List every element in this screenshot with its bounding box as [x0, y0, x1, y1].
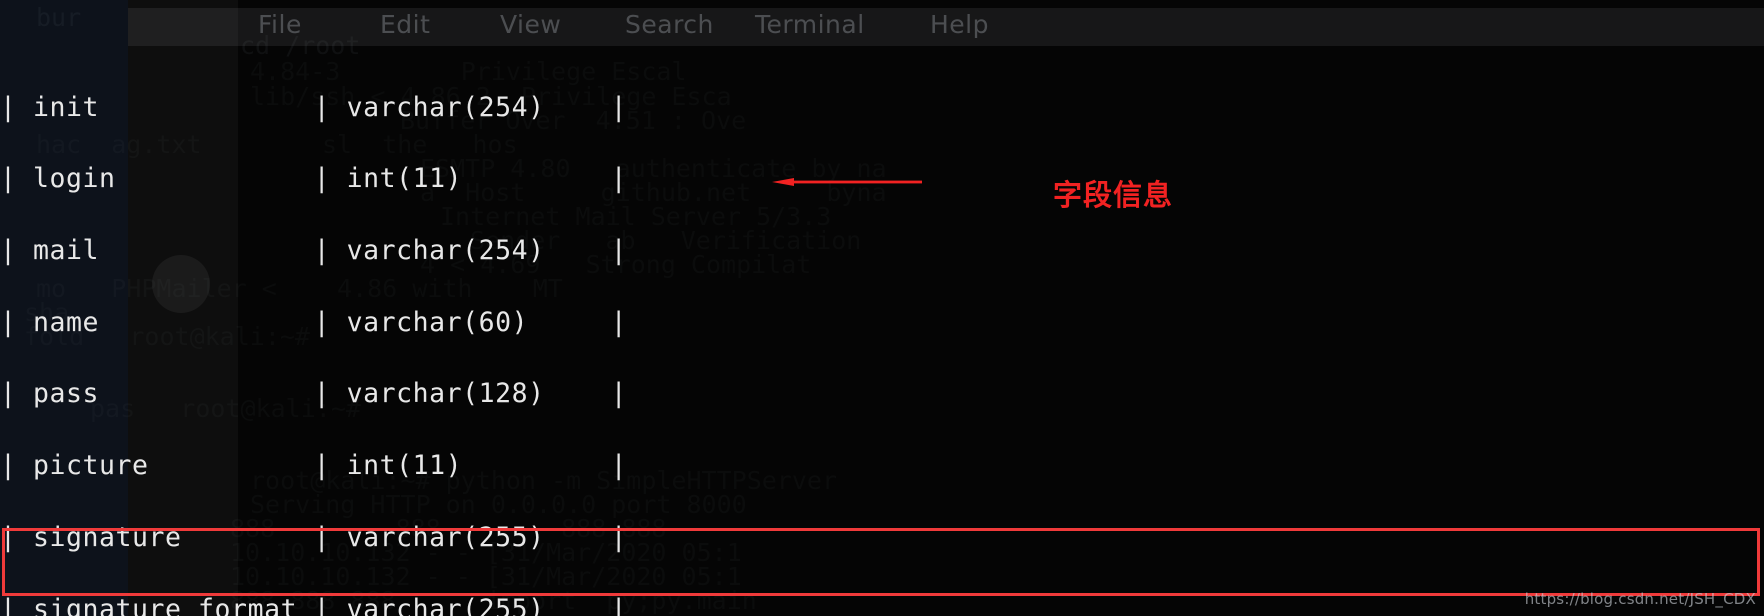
terminal-output[interactable]: | init | varchar(254) | | login | int(11… [0, 0, 1764, 616]
table-row: | signature | varchar(255) | [0, 524, 1764, 551]
table-row-text-6: | signature | varchar(255) | [0, 521, 628, 553]
table-row-text-3: | name | varchar(60) | [0, 306, 628, 338]
table-row: | mail | varchar(254) | [0, 237, 1764, 264]
table-row: | pass | varchar(128) | [0, 381, 1764, 408]
table-row: | init | varchar(254) | [0, 94, 1764, 121]
annotation-label: 字段信息 [1053, 178, 1174, 212]
table-row-text-0: | init | varchar(254) | [0, 91, 628, 123]
table-row-text-2: | mail | varchar(254) | [0, 235, 628, 267]
watermark-url: https://blog.csdn.net/JSH_CDX [1524, 590, 1756, 608]
terminal-screenshot: File Edit View Search Terminal Help bur … [0, 0, 1764, 616]
table-row-text-1: | login | int(11) | [0, 163, 628, 195]
table-row: | signature_format | varchar(255) | [0, 596, 1764, 616]
table-row: | name | varchar(60) | [0, 309, 1764, 336]
table-row-text-7: | signature_format | varchar(255) | [0, 593, 628, 616]
annotation-arrow-icon [772, 178, 922, 186]
table-row-text-5: | picture | int(11) | [0, 450, 628, 482]
table-row-text-4: | pass | varchar(128) | [0, 378, 628, 410]
table-row: | picture | int(11) | [0, 452, 1764, 479]
